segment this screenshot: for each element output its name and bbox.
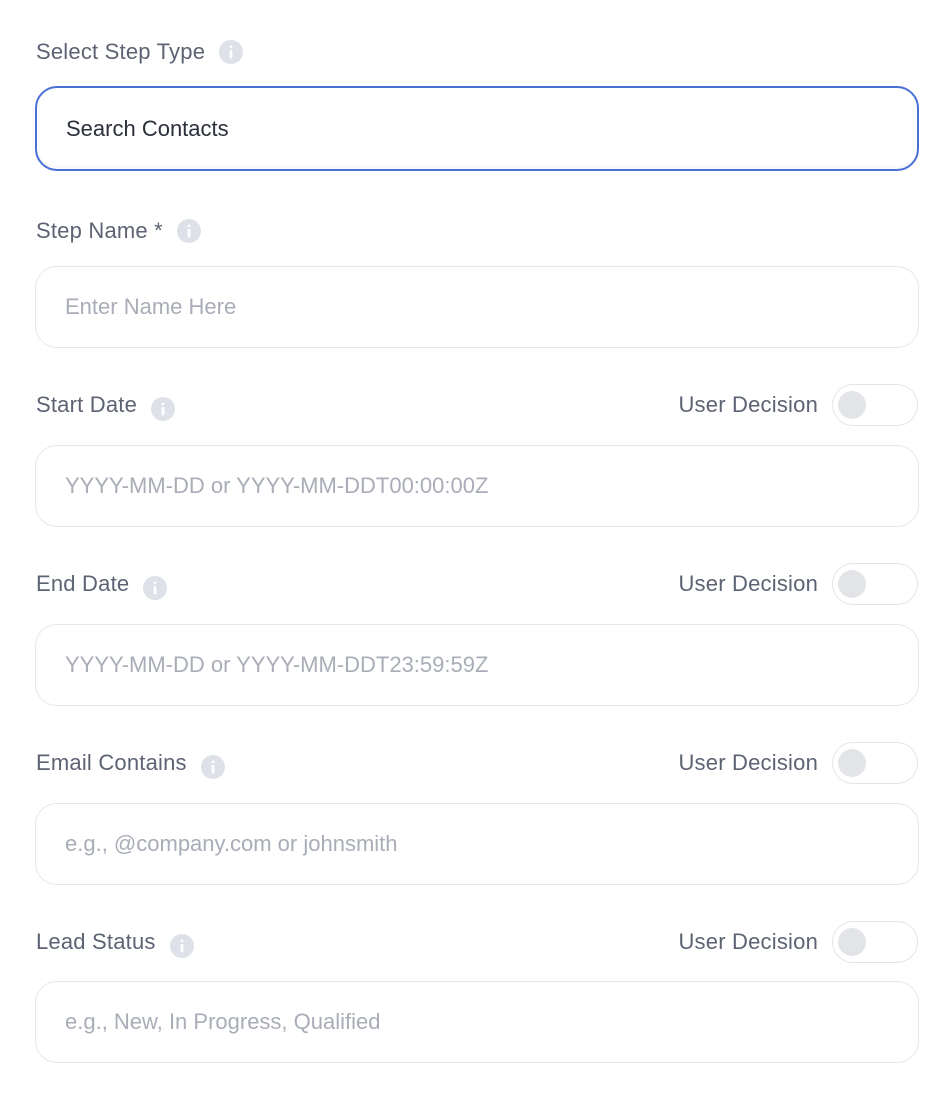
end-date-input[interactable] xyxy=(35,624,919,706)
end-date-user-decision-toggle[interactable] xyxy=(832,563,918,605)
start-date-user-decision: User Decision xyxy=(678,384,918,426)
email-contains-label: Email Contains xyxy=(36,750,187,775)
step-type-select[interactable]: Search Contacts xyxy=(35,86,919,171)
step-name-input[interactable] xyxy=(35,266,919,348)
step-type-value: Search Contacts xyxy=(66,115,229,141)
step-name-label-row: Step Name * xyxy=(36,209,918,253)
lead-status-label: Lead Status xyxy=(36,929,156,954)
user-decision-label: User Decision xyxy=(678,750,818,775)
info-icon[interactable] xyxy=(169,934,194,958)
toggle-knob xyxy=(838,749,866,777)
toggle-knob xyxy=(838,391,866,419)
lead-status-input[interactable] xyxy=(35,981,919,1063)
end-date-user-decision: User Decision xyxy=(678,563,918,605)
lead-status-user-decision: User Decision xyxy=(678,921,918,963)
start-date-label-row: Start Date User Decision xyxy=(36,383,918,427)
start-date-user-decision-toggle[interactable] xyxy=(832,384,918,426)
user-decision-label: User Decision xyxy=(678,392,818,417)
step-name-label: Step Name * xyxy=(36,218,163,243)
lead-status-label-row: Lead Status User Decision xyxy=(36,920,918,964)
info-icon[interactable] xyxy=(219,40,244,64)
start-date-input[interactable] xyxy=(35,445,919,527)
step-type-label: Select Step Type xyxy=(36,39,206,64)
info-icon[interactable] xyxy=(151,397,176,421)
email-contains-label-row: Email Contains User Decision xyxy=(36,741,918,785)
info-icon[interactable] xyxy=(176,219,201,243)
end-date-label: End Date xyxy=(36,571,130,596)
email-contains-user-decision-toggle[interactable] xyxy=(832,742,918,784)
toggle-knob xyxy=(838,570,866,598)
email-contains-input[interactable] xyxy=(35,803,919,885)
user-decision-label: User Decision xyxy=(678,571,818,596)
toggle-knob xyxy=(838,928,866,956)
step-type-label-row: Select Step Type xyxy=(36,30,918,74)
user-decision-label: User Decision xyxy=(678,929,818,954)
info-icon[interactable] xyxy=(200,755,225,779)
email-contains-user-decision: User Decision xyxy=(678,742,918,784)
end-date-label-row: End Date User Decision xyxy=(36,562,918,606)
lead-status-user-decision-toggle[interactable] xyxy=(832,921,918,963)
start-date-label: Start Date xyxy=(36,392,138,417)
info-icon[interactable] xyxy=(143,576,168,600)
